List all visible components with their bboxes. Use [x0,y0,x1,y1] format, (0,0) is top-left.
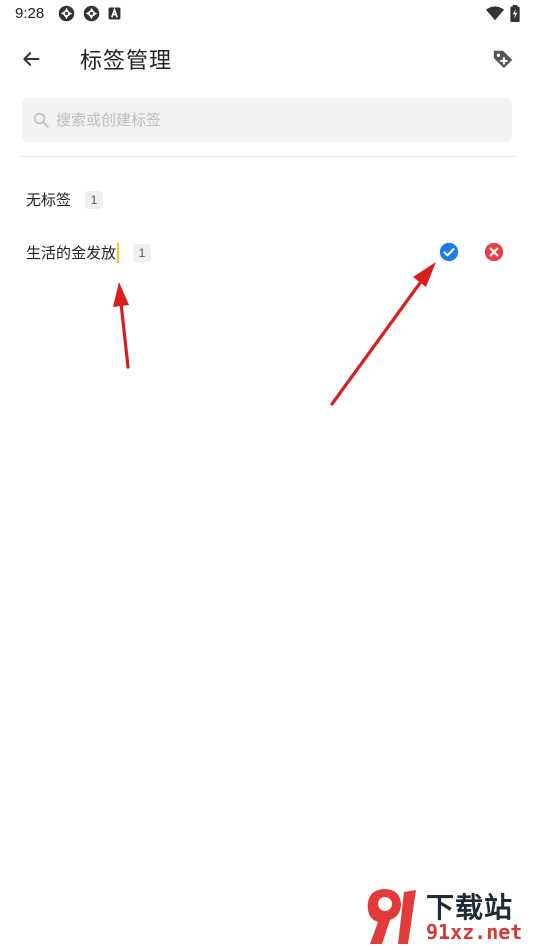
back-button[interactable] [14,42,48,76]
confirm-check-icon[interactable] [439,242,459,262]
tag-count-badge: 1 [85,191,103,209]
app-bar: 标签管理 [0,30,534,86]
search-icon [33,112,49,128]
tag-add-icon [493,50,513,69]
annotation-arrow-check [330,262,436,406]
arrow-left-icon [23,52,40,66]
tag-count-badge: 1 [133,244,151,262]
watermark-logo-icon [367,889,416,944]
aperture-icon [83,5,100,22]
tag-list-item[interactable]: 无标签 1 [0,180,534,220]
annotation-arrow-caret [113,282,130,369]
annotation-arrows [113,262,436,406]
page-title: 标签管理 [80,49,173,74]
search-box[interactable] [22,98,512,142]
status-time: 9:28 [15,5,45,22]
watermark: 下载站 91xz.net [360,884,530,948]
add-tag-button[interactable] [486,42,520,76]
divider [20,156,516,157]
wifi-icon [486,6,504,21]
cancel-close-icon[interactable] [484,242,504,262]
aperture-icon [58,5,75,22]
status-icons-right [486,5,520,22]
search-input[interactable] [56,111,476,129]
tag-name-edit-text: 生活的金发放 [26,244,117,262]
tag-name: 无标签 [26,191,72,209]
battery-charging-icon [510,5,520,22]
status-icons-left [58,5,121,22]
tag-list-item-editing[interactable]: 生活的金发放 1 [0,233,534,273]
a-badge-icon [108,7,121,20]
status-bar: 9:28 [0,0,534,28]
watermark-url: 91xz.net [426,920,523,944]
tag-name-edit-field[interactable]: 生活的金发放 [26,242,120,263]
text-caret [117,242,120,263]
